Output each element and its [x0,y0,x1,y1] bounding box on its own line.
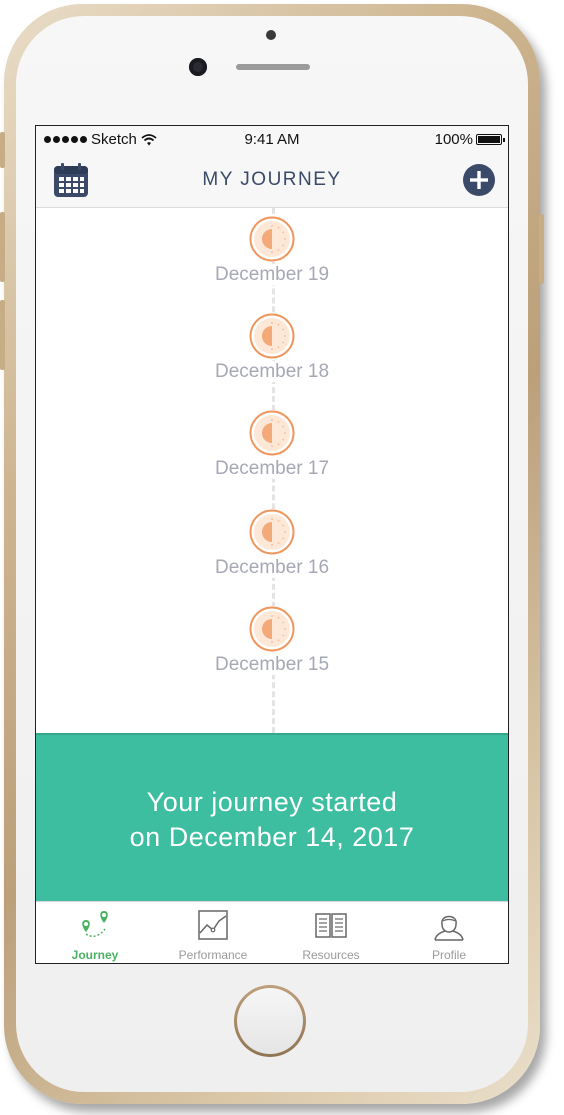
status-right: 100% [434,131,505,148]
timeline-entry[interactable]: December 16 [36,501,508,591]
mute-switch [0,132,5,168]
entry-date-text: December 16 [212,557,332,578]
book-icon [315,913,347,938]
tab-label-journey: Journey [71,948,119,962]
sun-icon [249,606,295,652]
map-pins-icon [82,911,108,938]
volume-down-button [0,300,5,370]
entry-date: December 18 [36,361,508,383]
tab-performance[interactable]: Performance [154,902,272,963]
tab-resources[interactable]: Resources [272,902,390,963]
status-bar: Sketch 9:41 AM 100% [36,126,508,152]
app-screen: Sketch 9:41 AM 100% MY JOURNEY December … [35,125,509,964]
banner-line-1: Your journey started [146,787,398,817]
entry-date-text: December 17 [212,458,332,479]
volume-up-button [0,212,5,282]
front-sensor [266,30,276,40]
navigation-bar: MY JOURNEY [36,152,508,208]
entry-date: December 17 [36,458,508,480]
power-button [539,214,544,284]
add-entry-button[interactable] [463,164,495,196]
home-button[interactable] [234,985,306,1057]
entry-date: December 15 [36,654,508,676]
entry-date: December 19 [36,264,508,286]
page-title: MY JOURNEY [202,169,342,190]
tab-label-resources: Resources [302,948,360,962]
tab-label-performance: Performance [178,948,248,962]
entry-date-text: December 18 [212,361,332,382]
tab-bar: Journey Performance Resources Profile [36,901,508,963]
battery-percent: 100% [434,131,473,148]
journey-timeline: December 19 December 18 December 17 Dece… [36,208,508,733]
banner-text: Your journey started on December 14, 201… [36,785,508,855]
timeline-entry[interactable]: December 15 [36,598,508,688]
tab-label-profile: Profile [431,948,466,962]
sun-icon [249,313,295,359]
earpiece-speaker [236,64,310,70]
battery-icon [476,134,505,145]
journey-start-banner: Your journey started on December 14, 201… [36,733,508,903]
timeline-entry[interactable]: December 19 [36,208,508,298]
user-icon [434,915,464,941]
banner-line-2: on December 14, 2017 [129,822,415,852]
front-camera [189,58,207,76]
tab-profile[interactable]: Profile [390,902,508,963]
tab-journey[interactable]: Journey [36,902,154,963]
sun-icon [249,509,295,555]
sun-icon [249,216,295,262]
sun-icon [249,410,295,456]
line-chart-icon [198,910,228,940]
timeline-entry[interactable]: December 17 [36,402,508,492]
entry-date: December 16 [36,557,508,579]
entry-date-text: December 15 [212,654,332,675]
timeline-entry[interactable]: December 18 [36,305,508,395]
entry-date-text: December 19 [212,264,332,285]
